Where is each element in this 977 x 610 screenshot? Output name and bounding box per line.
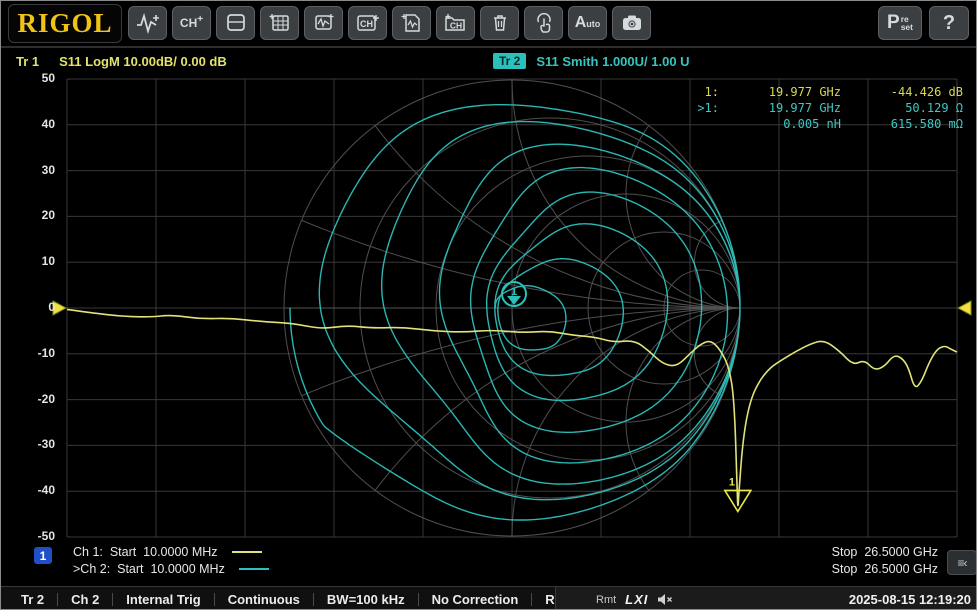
status-active-channel[interactable]: Ch 2 (58, 592, 112, 607)
ch2-start-label[interactable]: >Ch 2: Start 10.0000 MHz (73, 562, 269, 576)
y-axis-tick: -40 (1, 483, 55, 497)
channel-badge: 1 (34, 547, 52, 564)
status-correction[interactable]: No Correction (419, 592, 532, 607)
hide-menu-button[interactable]: ≡‹ (947, 550, 977, 575)
y-axis-tick: 30 (1, 163, 55, 177)
y-axis-tick: -30 (1, 437, 55, 451)
marker-readout-row2: >1:19.977 GHz50.129 Ω (685, 101, 963, 115)
trace2-swatch (239, 568, 269, 570)
y-axis-tick: 20 (1, 208, 55, 222)
ref-level-triangle-right (958, 301, 971, 315)
mute-icon[interactable] (657, 593, 673, 606)
status-trigger-source[interactable]: Internal Trig (113, 592, 213, 607)
ch1-start-label[interactable]: Ch 1: Start 10.0000 MHz (73, 545, 262, 559)
y-axis-tick: -20 (1, 392, 55, 406)
y-axis-tick: 40 (1, 117, 55, 131)
svg-text:1: 1 (511, 286, 517, 298)
status-bar: Tr 2 Ch 2 Internal Trig Continuous BW=10… (1, 586, 977, 610)
marker-readout-row3: 0.005 nH615.580 mΩ (685, 117, 963, 131)
lxi-indicator: LXI (625, 592, 648, 607)
marker1-label: 1 (729, 476, 735, 488)
y-axis-tick: -10 (1, 346, 55, 360)
status-bandwidth[interactable]: BW=100 kHz (314, 592, 418, 607)
ch1-stop-label[interactable]: Stop 26.5000 GHz (832, 545, 938, 559)
remote-indicator: Rmt (596, 594, 616, 606)
y-axis-tick: 10 (1, 254, 55, 268)
trace1-swatch (232, 551, 262, 553)
trace2-smith (290, 105, 740, 520)
status-right-panel: Rmt LXI 2025-08-15 12:19:20 (555, 587, 977, 610)
datetime: 2025-08-15 12:19:20 (849, 592, 971, 607)
y-axis-tick: -50 (1, 529, 55, 543)
y-axis-tick: 0 (1, 300, 55, 314)
marker1-smith: 1 (502, 282, 526, 306)
ch2-stop-label[interactable]: Stop 26.5000 GHz (832, 562, 938, 576)
marker-readout-row1: 1:19.977 GHz-44.426 dB (685, 85, 963, 99)
vna-screen: RIGOL CH+ (0, 0, 977, 610)
status-active-trace[interactable]: Tr 2 (1, 592, 57, 607)
status-sweep-mode[interactable]: Continuous (215, 592, 313, 607)
y-axis-tick: 50 (1, 71, 55, 85)
